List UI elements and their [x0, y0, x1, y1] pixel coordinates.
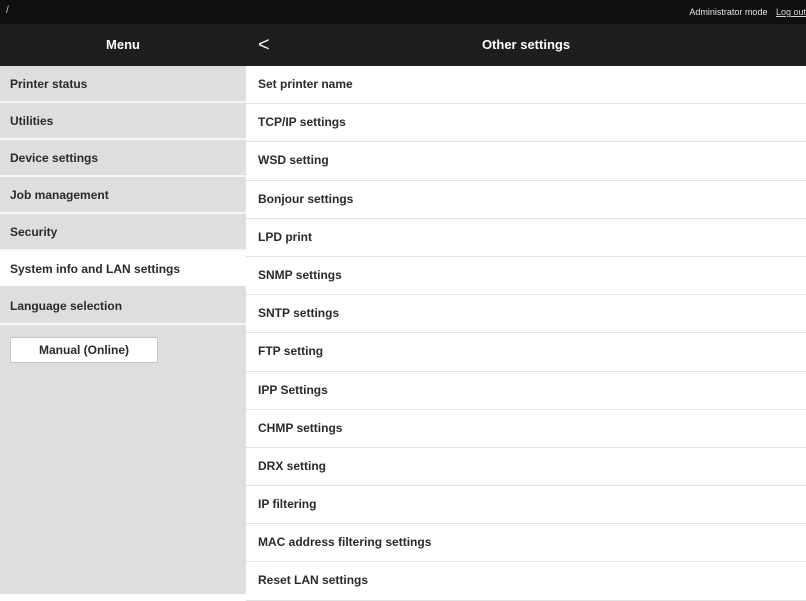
- list-item-ftp-setting[interactable]: FTP setting: [246, 333, 806, 372]
- list-item-ipp-settings[interactable]: IPP Settings: [246, 372, 806, 410]
- list-item-drx-setting[interactable]: DRX setting: [246, 448, 806, 487]
- manual-online-button[interactable]: Manual (Online): [10, 337, 158, 363]
- list-item-reset-lan-settings[interactable]: Reset LAN settings: [246, 562, 806, 601]
- sidebar-item-device-settings[interactable]: Device settings: [0, 140, 246, 177]
- back-chevron-icon[interactable]: <: [258, 24, 270, 66]
- logout-link[interactable]: Log out: [776, 7, 806, 17]
- top-left-mark: /: [6, 5, 9, 16]
- administrator-mode-label: Administrator mode: [689, 7, 768, 17]
- sidebar-item-security[interactable]: Security: [0, 214, 246, 251]
- header-bar: Menu Other settings <: [0, 24, 806, 66]
- sidebar-item-system-info-lan[interactable]: System info and LAN settings: [0, 251, 246, 288]
- list-item-snmp-settings[interactable]: SNMP settings: [246, 257, 806, 296]
- list-item-set-printer-name[interactable]: Set printer name: [246, 66, 806, 105]
- sidebar-item-language-selection[interactable]: Language selection: [0, 288, 246, 325]
- sidebar-item-utilities[interactable]: Utilities: [0, 103, 246, 140]
- list-item-sntp-settings[interactable]: SNTP settings: [246, 295, 806, 334]
- other-settings-list: Set printer name TCP/IP settings WSD set…: [246, 66, 806, 601]
- menu-title: Menu: [106, 37, 140, 52]
- list-item-ip-filtering[interactable]: IP filtering: [246, 486, 806, 525]
- list-item-chmp-settings[interactable]: CHMP settings: [246, 410, 806, 448]
- sidebar-item-job-management[interactable]: Job management: [0, 177, 246, 214]
- sidebar-item-printer-status[interactable]: Printer status: [0, 66, 246, 103]
- page-title: Other settings: [481, 37, 571, 52]
- list-item-wsd-setting[interactable]: WSD setting: [246, 142, 806, 181]
- top-bar: / Administrator mode Log out: [0, 0, 806, 24]
- list-item-tcpip-settings[interactable]: TCP/IP settings: [246, 104, 806, 143]
- top-right-area: Administrator mode Log out: [689, 7, 806, 17]
- list-item-mac-address-filtering[interactable]: MAC address filtering settings: [246, 524, 806, 563]
- sidebar-menu: Printer status Utilities Device settings…: [0, 66, 246, 594]
- list-item-bonjour-settings[interactable]: Bonjour settings: [246, 181, 806, 219]
- list-item-lpd-print[interactable]: LPD print: [246, 219, 806, 257]
